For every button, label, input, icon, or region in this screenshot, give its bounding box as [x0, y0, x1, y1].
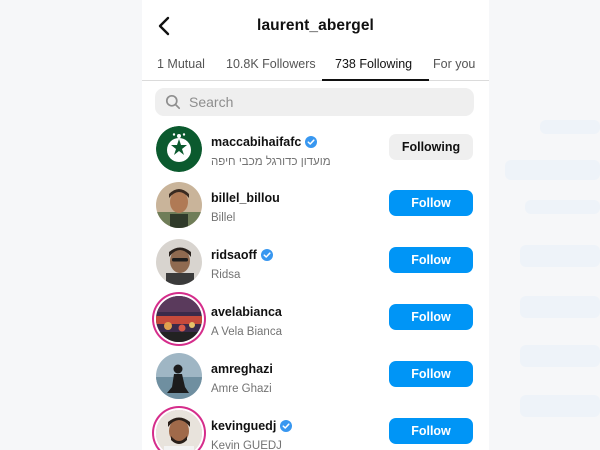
club-crest-avatar [156, 126, 202, 172]
profile-photo [156, 296, 202, 342]
account-row[interactable]: billel_billou Billel Follow [155, 182, 474, 232]
following-screen: laurent_abergel 1 Mutual 10.8K Followers… [142, 0, 489, 450]
background-blur [520, 395, 600, 417]
avatar[interactable] [156, 296, 202, 342]
background-blur [540, 120, 600, 134]
handle-text[interactable]: maccabihaifafc [211, 135, 301, 149]
avatar[interactable] [156, 182, 202, 228]
handle-text[interactable]: billel_billou [211, 191, 280, 205]
account-row[interactable]: ridsaoff Ridsa Follow [155, 239, 474, 289]
handle-text[interactable]: kevinguedj [211, 419, 276, 433]
account-handle[interactable]: avelabianca [211, 305, 282, 319]
account-handle[interactable]: amreghazi [211, 362, 273, 376]
follow-button[interactable]: Follow [389, 418, 473, 444]
account-full-name: מועדון כדורגל מכבי חיפה [211, 156, 331, 168]
search-icon [165, 94, 181, 110]
profile-photo [156, 182, 202, 228]
account-row[interactable]: avelabianca A Vela Bianca Follow [155, 296, 474, 346]
search-input[interactable] [187, 93, 461, 111]
avatar[interactable] [156, 126, 202, 172]
avatar[interactable] [156, 410, 202, 450]
verified-badge-icon [260, 249, 273, 261]
background-blur [525, 200, 600, 214]
profile-username: laurent_abergel [257, 17, 374, 34]
account-handle[interactable]: kevinguedj [211, 419, 293, 433]
avatar[interactable] [156, 353, 202, 399]
profile-photo [156, 353, 202, 399]
background-blur [520, 296, 600, 318]
follow-button[interactable]: Follow [389, 361, 473, 387]
account-handle[interactable]: maccabihaifafc [211, 135, 318, 149]
background-blur [520, 245, 600, 267]
account-row[interactable]: amreghazi Amre Ghazi Follow [155, 353, 474, 403]
account-full-name: Kevin GUEDJ [211, 440, 282, 450]
profile-photo [156, 410, 202, 450]
avatar[interactable] [156, 239, 202, 285]
follow-button[interactable]: Follow [389, 247, 473, 273]
handle-text[interactable]: amreghazi [211, 362, 273, 376]
tab-followers[interactable]: 10.8K Followers [226, 57, 316, 71]
account-handle[interactable]: billel_billou [211, 191, 280, 205]
tab-for-you[interactable]: For you [433, 57, 475, 71]
following-button[interactable]: Following [389, 134, 473, 160]
account-full-name: Amre Ghazi [211, 383, 272, 395]
active-tab-indicator [322, 79, 429, 81]
account-full-name: Ridsa [211, 269, 241, 281]
search-bar[interactable] [155, 88, 474, 116]
tab-bar: 1 Mutual 10.8K Followers 738 Following F… [142, 52, 489, 81]
handle-text[interactable]: avelabianca [211, 305, 282, 319]
follow-button[interactable]: Follow [389, 190, 473, 216]
account-row[interactable]: maccabihaifafc מועדון כדורגל מכבי חיפה F… [155, 126, 474, 176]
handle-text[interactable]: ridsaoff [211, 248, 257, 262]
account-full-name: Billel [211, 212, 236, 224]
account-handle[interactable]: ridsaoff [211, 248, 273, 262]
verified-badge-icon [305, 136, 318, 148]
follow-button[interactable]: Follow [389, 304, 473, 330]
top-bar: laurent_abergel [142, 0, 489, 52]
tab-following[interactable]: 738 Following [335, 57, 412, 71]
account-row[interactable]: kevinguedj Kevin GUEDJ Follow [155, 410, 474, 450]
tab-mutual[interactable]: 1 Mutual [157, 57, 205, 71]
background-blur [505, 160, 600, 180]
profile-photo [156, 239, 202, 285]
account-full-name: A Vela Bianca [211, 326, 282, 338]
background-blur [520, 345, 600, 367]
verified-badge-icon [280, 420, 293, 432]
